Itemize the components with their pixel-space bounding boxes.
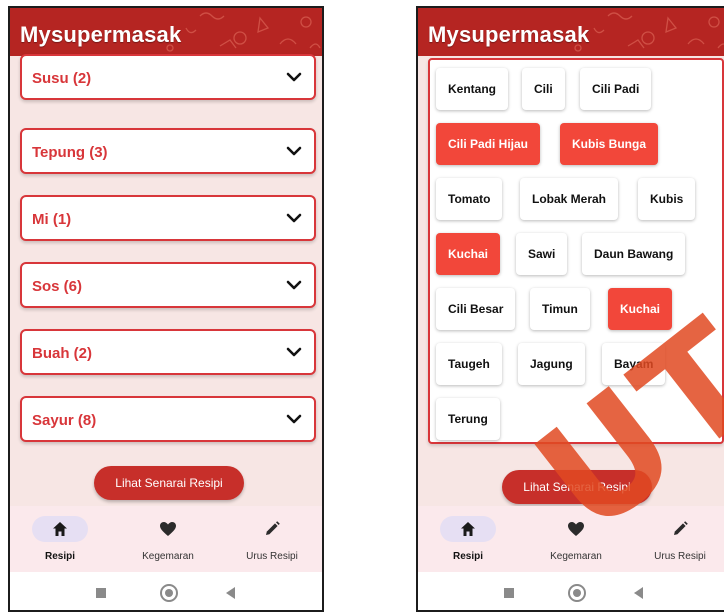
nav-label: Resipi — [452, 551, 483, 562]
back-icon[interactable] — [226, 587, 235, 599]
chevron-down-icon — [286, 280, 302, 290]
nav-item-urus-resipi[interactable]: Urus Resipi — [222, 506, 322, 572]
accordion-label: Mi (1) — [32, 211, 72, 228]
recents-icon[interactable] — [96, 588, 106, 598]
app-title: Mysupermasak — [428, 22, 590, 47]
chevron-down-icon — [286, 414, 302, 424]
accordion-label: Sos (6) — [32, 278, 83, 295]
chip-cili-padi[interactable]: Cili Padi — [580, 68, 652, 110]
home-circle-icon[interactable] — [160, 584, 178, 602]
recents-icon[interactable] — [504, 588, 514, 598]
chip-lobak-merah[interactable]: Lobak Merah — [520, 178, 619, 220]
accordion-label: Buah (2) — [32, 345, 92, 362]
chip-taugeh[interactable]: Taugeh — [436, 343, 502, 385]
chip-terung[interactable]: Terung — [436, 398, 500, 440]
accordion-label: Tepung (3) — [32, 144, 108, 161]
app-header: Mysupermasak — [10, 8, 322, 56]
home-circle-icon[interactable] — [568, 584, 586, 602]
accordion-mi[interactable]: Mi (1) — [20, 195, 316, 241]
nav-label: Kegemaran — [142, 551, 194, 562]
nav-item-resipi[interactable]: Resipi — [10, 506, 110, 572]
chip-cili-besar[interactable]: Cili Besar — [436, 288, 516, 330]
accordion-tepung[interactable]: Tepung (3) — [20, 128, 316, 174]
accordion-label: Sayur (8) — [32, 412, 97, 429]
accordion-sayur[interactable]: Sayur (8) — [20, 396, 316, 442]
nav-label: Urus Resipi — [654, 551, 706, 562]
chip-kubis[interactable]: Kubis — [638, 178, 696, 220]
system-navigation-bar — [10, 572, 322, 610]
nav-item-resipi[interactable]: Resipi — [418, 506, 518, 572]
chip-sawi[interactable]: Sawi — [516, 233, 568, 275]
pencil-icon — [674, 521, 688, 535]
nav-label: Resipi — [44, 551, 75, 562]
chip-cili[interactable]: Cili — [522, 68, 565, 110]
back-icon[interactable] — [634, 587, 643, 599]
chevron-down-icon — [286, 72, 302, 82]
chevron-down-icon — [286, 347, 302, 357]
chip-tomato[interactable]: Tomato — [436, 178, 503, 220]
nav-label: Urus Resipi — [246, 551, 298, 562]
phone-screen-categories: Mysupermasak Susu (2) Tepung (3) Mi (1) … — [8, 6, 324, 612]
home-icon — [53, 522, 67, 536]
chip-kuchai[interactable]: Kuchai — [436, 233, 501, 275]
chevron-down-icon — [286, 213, 302, 223]
nav-item-kegemaran[interactable]: Kegemaran — [118, 506, 218, 572]
accordion-susu[interactable]: Susu (2) — [20, 54, 316, 100]
accordion-label: Susu (2) — [32, 70, 92, 87]
home-icon — [461, 522, 475, 536]
heart-icon — [160, 522, 176, 536]
bottom-navigation: Resipi Kegemaran Urus Resipi — [10, 506, 322, 572]
app-header: Mysupermasak — [418, 8, 724, 56]
chip-timun[interactable]: Timun — [530, 288, 590, 330]
category-list: Susu (2) Tepung (3) Mi (1) Sos (6) Buah … — [10, 54, 322, 506]
app-title: Mysupermasak — [20, 22, 182, 47]
chip-daun-bawang[interactable]: Daun Bawang — [582, 233, 686, 275]
pencil-icon — [266, 521, 280, 535]
view-recipes-button[interactable]: Lihat Senarai Resipi — [94, 466, 244, 500]
accordion-buah[interactable]: Buah (2) — [20, 329, 316, 375]
accordion-sos[interactable]: Sos (6) — [20, 262, 316, 308]
chevron-down-icon — [286, 146, 302, 156]
chip-kentang[interactable]: Kentang — [436, 68, 508, 110]
chip-kubis-bunga[interactable]: Kubis Bunga — [560, 123, 658, 165]
chip-cili-padi-hijau[interactable]: Cili Padi Hijau — [436, 123, 541, 165]
system-navigation-bar — [418, 572, 724, 610]
